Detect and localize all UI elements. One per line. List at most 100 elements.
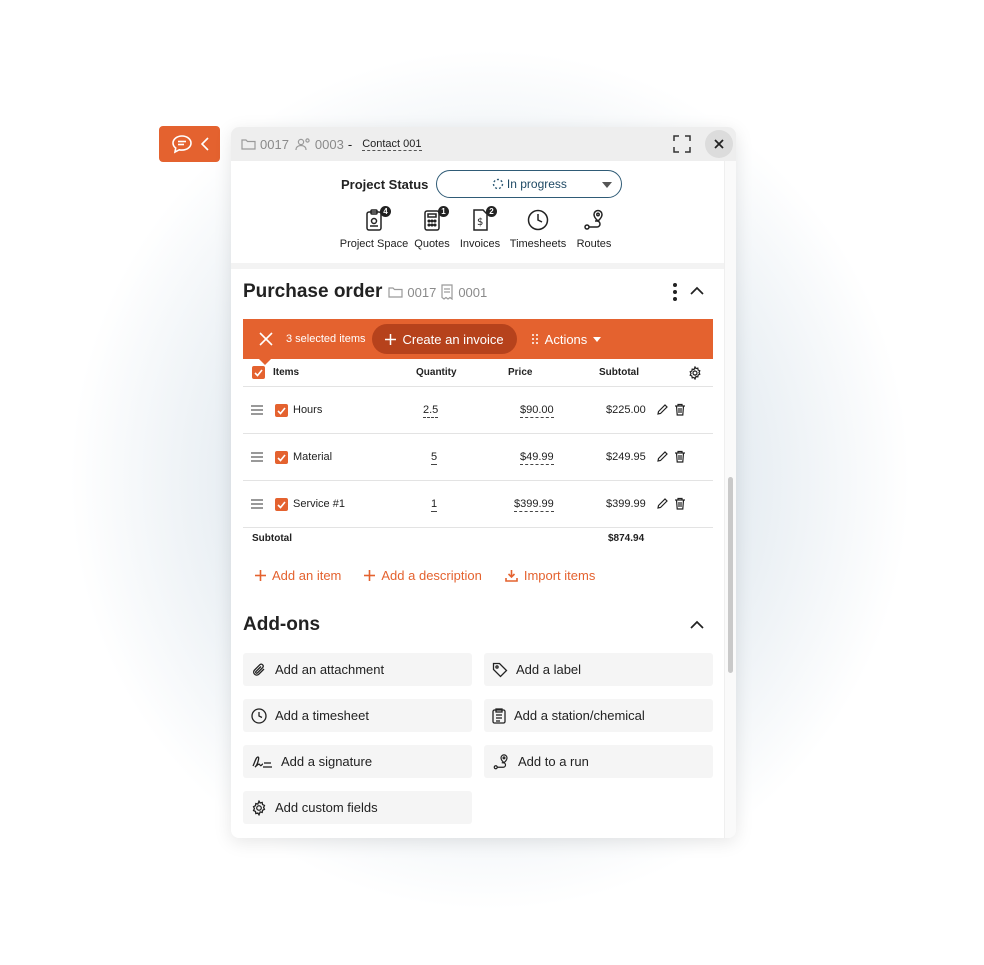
- contact-crumb[interactable]: 0003 -: [295, 137, 352, 152]
- row-checkbox[interactable]: [275, 498, 288, 511]
- crumb-separator: -: [347, 136, 353, 152]
- trash-icon[interactable]: [674, 497, 686, 510]
- contact-gear-icon: [295, 138, 310, 151]
- table-row[interactable]: Service #1 1 $399.99 $399.99: [243, 481, 713, 528]
- addon-label: Add to a run: [518, 754, 589, 769]
- receipt-icon: [441, 284, 453, 300]
- item-quantity[interactable]: 2.5: [423, 404, 439, 418]
- invoices-badge: 2: [486, 206, 497, 217]
- table-settings-gear-icon[interactable]: [688, 366, 702, 380]
- folder-icon: [241, 139, 256, 150]
- tag-icon: [492, 662, 508, 677]
- contact-name-link[interactable]: Contact 001: [362, 138, 422, 151]
- po-id: 0001: [458, 284, 488, 300]
- chevron-up-icon[interactable]: [688, 616, 706, 634]
- column-subtotal: Subtotal: [599, 367, 639, 378]
- download-icon: [505, 570, 518, 582]
- edit-pencil-icon[interactable]: [656, 497, 669, 510]
- drag-handle-icon[interactable]: [251, 499, 263, 509]
- check-icon: [277, 500, 286, 509]
- add-links-row: Add an item Add a description Import ite…: [255, 568, 595, 583]
- folder-id: 0017: [260, 136, 289, 152]
- subtotal-total: $874.94: [608, 533, 645, 544]
- spinner-icon: [492, 178, 504, 190]
- edit-pencil-icon[interactable]: [656, 450, 669, 463]
- quicklink-routes[interactable]: Routes: [571, 208, 617, 250]
- section-divider: [231, 263, 724, 269]
- route-pin-icon: [493, 753, 508, 769]
- item-quantity[interactable]: 1: [431, 498, 438, 512]
- quicklink-timesheets[interactable]: Timesheets: [505, 208, 571, 250]
- quicklink-label: Routes: [576, 238, 612, 250]
- quicklink-project-space[interactable]: 4 Project Space: [339, 206, 409, 250]
- actions-dropdown[interactable]: Actions: [531, 332, 602, 347]
- row-checkbox[interactable]: [275, 451, 288, 464]
- table-row[interactable]: Hours 2.5 $90.00 $225.00: [243, 387, 713, 434]
- purchase-order-title: Purchase order: [243, 281, 383, 302]
- item-name: Hours: [293, 404, 323, 416]
- edit-pencil-icon[interactable]: [656, 403, 669, 416]
- item-quantity[interactable]: 5: [431, 451, 438, 465]
- drag-handle-icon[interactable]: [251, 452, 263, 462]
- item-price[interactable]: $90.00: [520, 404, 554, 418]
- items-table-header: Items Quantity Price Subtotal: [243, 359, 713, 387]
- quicklink-label: Timesheets: [509, 238, 567, 250]
- items-table-footer: Subtotal $874.94: [243, 527, 713, 549]
- add-custom-fields-button[interactable]: Add custom fields: [243, 791, 472, 824]
- add-attachment-button[interactable]: Add an attachment: [243, 653, 472, 686]
- project-status-row: Project Status In progress: [341, 170, 623, 198]
- import-items-link[interactable]: Import items: [505, 568, 596, 583]
- column-items: Items: [273, 367, 300, 378]
- contact-id: 0003: [314, 136, 344, 152]
- import-items-label: Import items: [523, 568, 596, 583]
- add-station-chemical-button[interactable]: Add a station/chemical: [484, 699, 713, 732]
- plus-icon: [364, 570, 376, 581]
- actions-label: Actions: [544, 331, 588, 347]
- scrollbar-thumb[interactable]: [728, 477, 733, 673]
- more-options-icon[interactable]: [668, 281, 682, 303]
- selection-toolbar: 3 selected items Create an invoice Actio…: [243, 319, 713, 365]
- clear-selection-icon[interactable]: [259, 332, 273, 346]
- purchase-order-header: Purchase order 0017 0001: [243, 281, 487, 303]
- addon-label: Add a station/chemical: [514, 708, 645, 723]
- addon-label: Add a signature: [281, 754, 373, 769]
- paperclip-icon: [253, 663, 265, 676]
- quicklink-label: Quotes: [414, 238, 450, 250]
- plus-icon: [385, 333, 397, 345]
- trash-icon[interactable]: [674, 450, 686, 463]
- folder-crumb[interactable]: 0017: [241, 137, 289, 152]
- add-description-link[interactable]: Add a description: [364, 568, 482, 583]
- quicklink-invoices[interactable]: $ 2 Invoices: [455, 206, 505, 250]
- drag-handle-icon[interactable]: [251, 405, 263, 415]
- create-invoice-button[interactable]: Create an invoice: [372, 324, 517, 354]
- select-all-checkbox[interactable]: [252, 366, 265, 379]
- quotes-badge: 1: [438, 206, 449, 217]
- table-row[interactable]: Material 5 $49.99 $249.95: [243, 434, 713, 481]
- quicklink-quotes[interactable]: 1 Quotes: [409, 206, 455, 250]
- item-price[interactable]: $49.99: [520, 451, 554, 465]
- project-status-select[interactable]: In progress: [436, 170, 623, 198]
- check-icon: [277, 453, 286, 462]
- quicklinks-bar: 4 Project Space 1 Quotes $ 2 Invoices Ti…: [339, 206, 617, 250]
- project-status-label: Project Status: [341, 176, 429, 192]
- folder-icon: [388, 287, 404, 298]
- chevron-up-icon[interactable]: [688, 282, 706, 300]
- add-to-run-button[interactable]: Add to a run: [484, 745, 713, 778]
- chat-toggle-button[interactable]: [159, 126, 220, 162]
- item-subtotal: $399.99: [606, 498, 646, 510]
- add-label-button[interactable]: Add a label: [484, 653, 713, 686]
- quicklink-label: Project Space: [339, 238, 409, 250]
- add-signature-button[interactable]: Add a signature: [243, 745, 472, 778]
- purchase-order-meta: 0017 0001: [388, 284, 487, 300]
- close-button[interactable]: [705, 130, 733, 158]
- row-checkbox[interactable]: [275, 404, 288, 417]
- item-price[interactable]: $399.99: [514, 498, 554, 512]
- svg-text:$: $: [477, 217, 483, 228]
- fullscreen-icon[interactable]: [673, 135, 691, 153]
- add-timesheet-button[interactable]: Add a timesheet: [243, 699, 472, 732]
- project-panel: 0017 0003 - Contact 001 Project Status I…: [231, 127, 736, 838]
- trash-icon[interactable]: [674, 403, 686, 416]
- po-folder-id: 0017: [407, 284, 437, 300]
- item-subtotal: $225.00: [606, 404, 646, 416]
- add-item-link[interactable]: Add an item: [255, 568, 341, 583]
